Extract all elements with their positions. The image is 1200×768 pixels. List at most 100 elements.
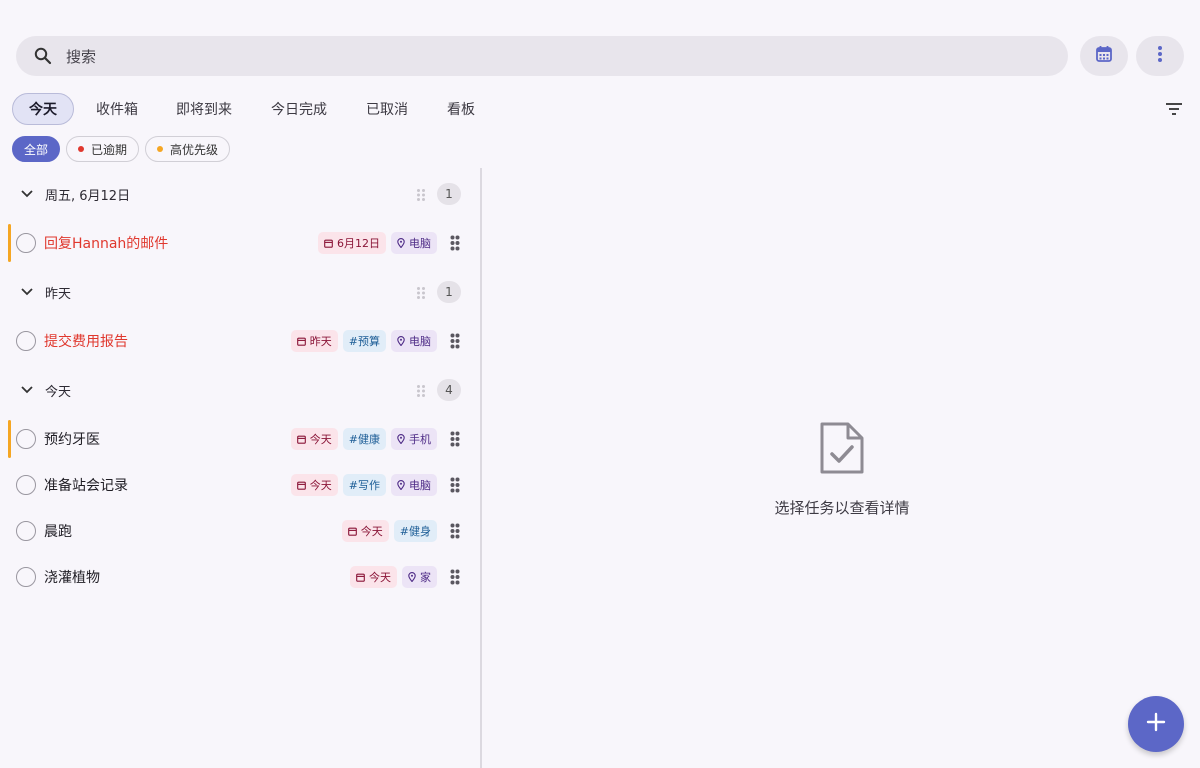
tag-label: 电脑 — [409, 335, 431, 348]
group-drag-handle-icon[interactable] — [416, 285, 426, 299]
drag-handle-icon[interactable] — [450, 523, 460, 539]
red-dot-icon — [78, 146, 85, 152]
tab-completed-today[interactable]: 今日完成 — [254, 93, 344, 125]
chip-high-priority[interactable]: 高优先级 — [145, 136, 231, 162]
more-options-button[interactable] — [1136, 36, 1184, 76]
due-date-tag[interactable]: 今天 — [290, 428, 338, 450]
tag-label: 今天 — [309, 433, 332, 446]
chevron-down-icon[interactable] — [20, 383, 34, 397]
chevron-down-icon[interactable] — [20, 187, 34, 201]
location-pin-icon — [397, 480, 409, 490]
task-checkbox[interactable] — [16, 475, 36, 495]
task-tags: 今天 #写作 电脑 — [290, 474, 437, 496]
tag-label: 家 — [420, 571, 431, 584]
task-checkbox[interactable] — [16, 331, 36, 351]
chip-overdue[interactable]: 已逾期 — [66, 136, 140, 162]
hashtag-tag[interactable]: #写作 — [342, 474, 386, 496]
task-tags: 6月12日 电脑 — [318, 232, 437, 254]
calendar-icon — [347, 527, 361, 536]
due-date-tag[interactable]: 今天 — [350, 566, 397, 588]
due-date-tag[interactable]: 今天 — [341, 520, 389, 542]
task-row[interactable]: 晨跑 今天 #健身 — [0, 508, 480, 554]
group-header[interactable]: 昨天 1 — [0, 266, 480, 318]
plus-icon — [1146, 712, 1166, 736]
tag-label: 今天 — [309, 479, 332, 492]
calendar-button[interactable] — [1080, 36, 1128, 76]
drag-handle-icon[interactable] — [450, 235, 460, 251]
location-tag[interactable]: 电脑 — [391, 474, 437, 496]
tab-inbox[interactable]: 收件箱 — [80, 93, 154, 125]
task-row[interactable]: 浇灌植物 今天 家 — [0, 554, 480, 600]
due-date-tag[interactable]: 6月12日 — [318, 232, 386, 254]
tag-label: #健康 — [348, 433, 380, 446]
more-vert-icon — [1157, 45, 1163, 67]
location-tag[interactable]: 家 — [402, 566, 437, 588]
task-row[interactable]: 预约牙医 今天 #健康 手机 — [0, 416, 480, 462]
task-checkbox[interactable] — [16, 429, 36, 449]
drag-handle-icon[interactable] — [450, 333, 460, 349]
group-title: 周五, 6月12日 — [45, 188, 131, 204]
group-header[interactable]: 今天 4 — [0, 364, 480, 416]
hashtag-tag[interactable]: #健康 — [342, 428, 386, 450]
view-tabs: 今天 收件箱 即将到来 今日完成 已取消 看板 — [12, 93, 492, 125]
orange-dot-icon — [157, 146, 164, 152]
hashtag-tag[interactable]: #健身 — [393, 520, 437, 542]
group-drag-handle-icon[interactable] — [416, 383, 426, 397]
tab-board[interactable]: 看板 — [430, 93, 492, 125]
search-icon — [32, 45, 54, 67]
chevron-down-icon[interactable] — [20, 285, 34, 299]
pane-divider[interactable] — [480, 168, 482, 768]
group-count-badge: 1 — [437, 183, 461, 205]
task-checkbox[interactable] — [16, 567, 36, 587]
drag-handle-icon[interactable] — [450, 431, 460, 447]
drag-handle-icon[interactable] — [450, 569, 460, 585]
group-count-badge: 1 — [437, 281, 461, 303]
empty-detail-text: 选择任务以查看详情 — [774, 499, 910, 517]
task-title[interactable]: 回复Hannah的邮件 — [44, 233, 168, 253]
task-tags: 今天 #健康 手机 — [290, 428, 437, 450]
add-task-button[interactable] — [1128, 696, 1184, 752]
task-title[interactable]: 浇灌植物 — [44, 567, 100, 587]
priority-indicator — [8, 420, 11, 458]
group-header[interactable]: 周五, 6月12日 1 — [0, 168, 480, 220]
tag-label: 6月12日 — [337, 237, 380, 250]
tab-cancelled[interactable]: 已取消 — [344, 93, 430, 125]
location-tag[interactable]: 电脑 — [391, 330, 437, 352]
calendar-icon — [1095, 45, 1113, 67]
drag-handle-icon[interactable] — [450, 477, 460, 493]
task-list: 周五, 6月12日 1 回复Hannah的邮件 6月12日 电脑 昨天 1 提交费用报告 昨天 #… — [0, 168, 480, 768]
calendar-icon — [356, 573, 369, 582]
group-title: 今天 — [45, 384, 72, 400]
task-title[interactable]: 预约牙医 — [44, 429, 100, 449]
hashtag-tag[interactable]: #预算 — [342, 330, 386, 352]
tab-upcoming[interactable]: 即将到来 — [154, 93, 254, 125]
task-row[interactable]: 提交费用报告 昨天 #预算 电脑 — [0, 318, 480, 364]
due-date-tag[interactable]: 今天 — [290, 474, 338, 496]
calendar-icon — [324, 239, 337, 248]
tag-label: 手机 — [409, 433, 431, 446]
task-checkbox[interactable] — [16, 233, 36, 253]
search-bar[interactable]: 搜索 — [16, 36, 1068, 76]
task-title[interactable]: 准备站会记录 — [44, 475, 128, 495]
task-row[interactable]: 回复Hannah的邮件 6月12日 电脑 — [0, 220, 480, 266]
task-tags: 今天 家 — [350, 566, 437, 588]
tab-today[interactable]: 今天 — [12, 93, 74, 125]
task-document-icon — [818, 420, 866, 476]
filter-icon[interactable] — [1162, 98, 1186, 120]
task-title[interactable]: 提交费用报告 — [44, 331, 128, 351]
chip-all[interactable]: 全部 — [12, 136, 61, 162]
task-title[interactable]: 晨跑 — [44, 521, 72, 541]
location-tag[interactable]: 手机 — [391, 428, 437, 450]
group-count-badge: 4 — [437, 379, 461, 401]
location-tag[interactable]: 电脑 — [391, 232, 437, 254]
location-pin-icon — [397, 434, 409, 444]
tag-label: #健身 — [399, 525, 431, 538]
tag-label: #预算 — [348, 335, 380, 348]
due-date-tag[interactable]: 昨天 — [290, 330, 338, 352]
group-title: 昨天 — [45, 286, 72, 302]
search-input[interactable]: 搜索 — [66, 46, 96, 67]
location-pin-icon — [408, 572, 420, 582]
task-checkbox[interactable] — [16, 521, 36, 541]
group-drag-handle-icon[interactable] — [416, 187, 426, 201]
task-row[interactable]: 准备站会记录 今天 #写作 电脑 — [0, 462, 480, 508]
